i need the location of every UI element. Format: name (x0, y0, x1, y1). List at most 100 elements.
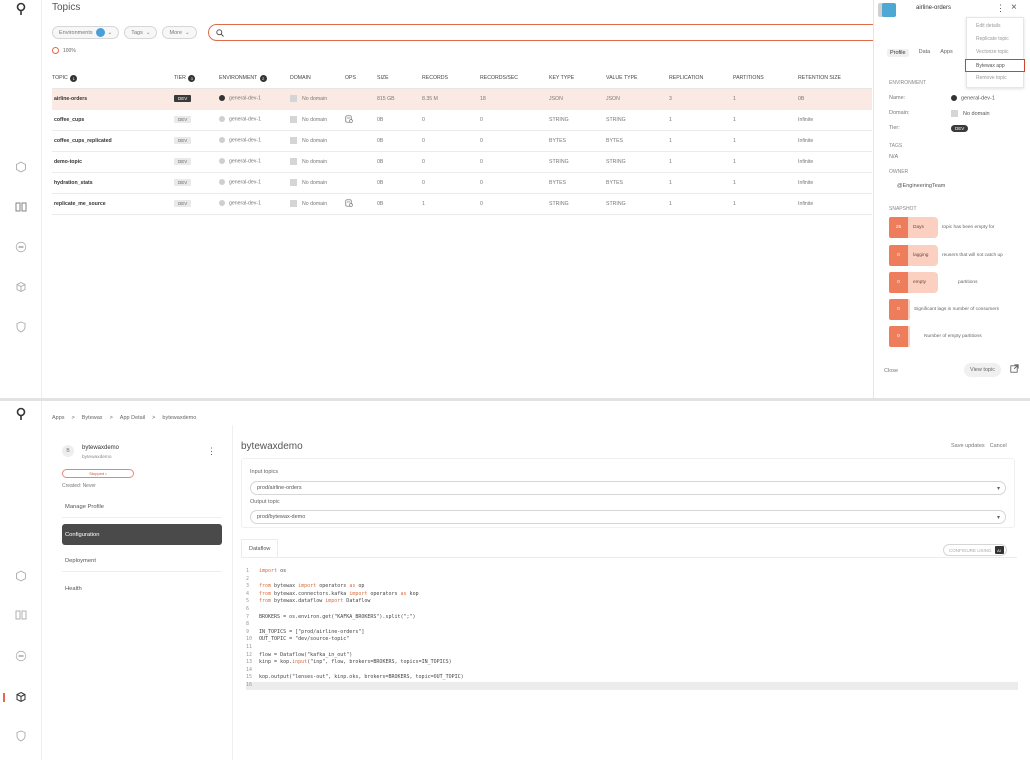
col-replication[interactable]: REPLICATION (669, 69, 733, 89)
partitions-cell: 1 (733, 193, 798, 215)
cube-icon[interactable] (14, 280, 28, 294)
col-domain[interactable]: DOMAIN (290, 69, 345, 89)
crumb-apps[interactable]: Apps (52, 415, 65, 421)
configure-using-ai-button[interactable]: CONFIGURE USING AI (943, 544, 1007, 556)
ops-cell (345, 172, 377, 194)
topic-name[interactable]: hydration_stats (52, 172, 174, 194)
columns-icon[interactable] (14, 608, 28, 622)
kebab-icon[interactable]: ⋮ (207, 446, 216, 457)
created-label: Created: Never (62, 483, 96, 489)
app-logo-icon[interactable] (14, 2, 28, 16)
app-logo-icon[interactable] (14, 407, 28, 421)
topic-name[interactable]: replicate_me_source (52, 193, 174, 215)
left-rail (0, 401, 42, 760)
snapshot-heading: SNAPSHOT (889, 206, 917, 212)
nav-configuration[interactable]: Configuration (62, 524, 222, 545)
menu-vectorize-topic[interactable]: Vectorize topic (967, 46, 1023, 59)
cancel-button[interactable]: Cancel (990, 443, 1007, 449)
input-topics-select[interactable]: prod/airline-orders ▾ (250, 481, 1006, 495)
cube-icon[interactable] (14, 690, 28, 704)
output-topic-select[interactable]: prod/bytewax-demo ▾ (250, 510, 1006, 524)
kebab-icon[interactable]: ⋮ (996, 3, 1005, 14)
col-size[interactable]: SIZE (377, 69, 422, 89)
filter-environments[interactable]: Environments ⌄ (52, 26, 120, 39)
environment-heading: ENVIRONMENT (889, 80, 926, 86)
menu-edit-details[interactable]: Edit details (967, 20, 1023, 33)
table-row[interactable]: replicate_me_source DEV general-dev-1 No do… (52, 193, 872, 215)
hexagon-icon[interactable] (14, 569, 28, 583)
menu-replicate-topic[interactable]: Replicate topic (967, 33, 1023, 46)
tier-badge: DEV (174, 116, 192, 123)
ops-icon[interactable] (345, 114, 353, 123)
domain-cell: No domain (290, 172, 345, 194)
env-dot-icon (219, 95, 225, 102)
shield-icon[interactable] (14, 729, 28, 743)
partitions-cell: 1 (733, 88, 798, 110)
tab-data[interactable]: Data (919, 49, 931, 57)
size-cell: 0B (377, 130, 422, 152)
code-line: 7 BROKERS = os.environ.get("KAFKA_BROKERS… (246, 613, 416, 620)
topic-name[interactable]: coffee_cups_replicated (52, 130, 174, 152)
env-dot-icon (219, 200, 225, 207)
tier-badge: DEV (174, 158, 192, 165)
code-line: 13 kinp = kop.input("inp", flow, brokers=… (246, 659, 452, 666)
columns-icon[interactable] (14, 200, 28, 214)
table-row[interactable]: coffee_cups_replicated DEV general-dev-1 No… (52, 130, 872, 152)
crumb-bytewax[interactable]: Bytewax (82, 415, 103, 421)
col-value-type[interactable]: VALUE TYPE (606, 69, 669, 89)
env-tier-row: Tier: DEV (889, 125, 969, 132)
env-dot-icon (219, 179, 225, 186)
sql-icon[interactable] (14, 240, 28, 254)
menu-bytewax-app[interactable]: Bytewax app (965, 59, 1025, 72)
nav-health[interactable]: Health (62, 578, 222, 599)
table-row[interactable]: airline-orders DEV general-dev-1 No domain 8… (52, 88, 872, 110)
value-type-cell: STRING (606, 109, 669, 131)
close-icon[interactable]: × (1011, 2, 1017, 13)
table-row[interactable]: hydration_stats DEV general-dev-1 No domain… (52, 172, 872, 194)
shield-icon[interactable] (14, 320, 28, 334)
tab-apps[interactable]: Apps (940, 49, 953, 57)
tab-dataflow[interactable]: Dataflow (241, 539, 279, 557)
search-input[interactable] (228, 29, 828, 36)
topic-name[interactable]: demo-topic (52, 151, 174, 173)
topic-search[interactable] (208, 24, 908, 41)
col-partitions[interactable]: PARTITIONS (733, 69, 798, 89)
owner-chip[interactable]: @EngineeringTeam (890, 178, 953, 193)
view-topic-button[interactable]: View topic (964, 363, 1001, 377)
domain-icon (290, 158, 297, 165)
col-environment[interactable]: ENVIRONMENT 2 (219, 69, 290, 89)
chevron-down-icon: ▾ (996, 486, 1000, 492)
col-tier[interactable]: TIER 3 (174, 69, 219, 89)
topic-name[interactable]: airline-orders (52, 88, 174, 110)
page-title: Topics (52, 2, 81, 13)
col-records-sec[interactable]: RECORDS/SEC (480, 69, 549, 89)
menu-remove-topic[interactable]: Remove topic (967, 72, 1023, 85)
table-row[interactable]: demo-topic DEV general-dev-1 No domain 0B 0 0 S… (52, 151, 872, 173)
col-records[interactable]: RECORDS (422, 69, 480, 89)
col-key-type[interactable]: KEY TYPE (549, 69, 606, 89)
snapshot-item: 25 Days topic has been empty for (889, 217, 995, 238)
records-sec-cell: 0 (480, 109, 549, 131)
partitions-cell: 1 (733, 172, 798, 194)
table-header: TOPIC 1 TIER 3 ENVIRONMENT 2 DOMAIN OPS … (52, 69, 872, 89)
filter-more[interactable]: More ⌄ (162, 26, 197, 39)
tab-profile[interactable]: Profile (887, 49, 909, 57)
code-line: 12 flow = Dataflow("kafka_in_out") (246, 651, 353, 658)
hexagon-icon[interactable] (14, 160, 28, 174)
topic-name[interactable]: coffee_cups (52, 109, 174, 131)
code-editor[interactable]: 1 import os 2 3 from bytewax import operator… (246, 568, 1018, 690)
filter-tags[interactable]: Tags ⌄ (124, 26, 158, 39)
nav-manage-profile[interactable]: Manage Profile (62, 497, 222, 518)
col-retention[interactable]: RETENTION SIZE (798, 69, 872, 89)
code-line: 10 OUT_TOPIC = "dev/source-topic" (246, 636, 350, 643)
close-button[interactable]: Close (884, 368, 898, 374)
save-button[interactable]: Save updates (951, 443, 985, 449)
col-ops[interactable]: OPS (345, 69, 377, 89)
crumb-app-detail[interactable]: App Detail (120, 415, 145, 421)
nav-deployment[interactable]: Deployment (62, 551, 222, 572)
ops-icon[interactable] (345, 198, 353, 207)
external-link-icon[interactable] (1010, 364, 1019, 373)
table-row[interactable]: coffee_cups DEV general-dev-1 No domain 0B 0 0… (52, 109, 872, 131)
col-topic[interactable]: TOPIC 1 (52, 69, 174, 89)
sql-icon[interactable] (14, 649, 28, 663)
